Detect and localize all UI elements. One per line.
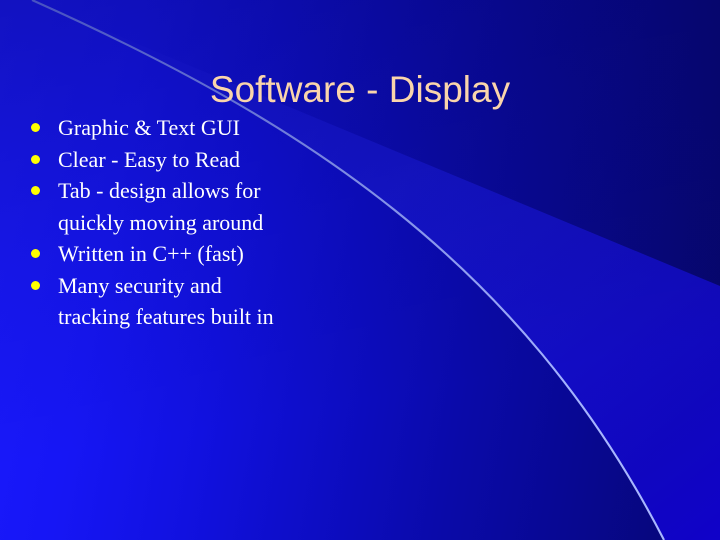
slide-title: Software - Display (209, 69, 511, 110)
bullet-item-text: Clear - Easy to Read (58, 146, 241, 172)
bullet-marker-icon (31, 280, 40, 290)
bullet-item: Written in C++ (fast) (28, 238, 288, 270)
bullet-marker-icon (31, 154, 40, 164)
bullet-marker-icon (31, 249, 40, 258)
bullet-marker-icon (31, 123, 40, 132)
presentation-slide: Software - Display Graphic & Text GUI Cl… (0, 0, 720, 540)
bullet-item: Many security and tracking features buil… (28, 270, 288, 333)
bullet-marker-icon (31, 186, 40, 195)
bullet-item-text: Graphic & Text GUI (58, 115, 240, 140)
bullet-item-text: Tab - design allows for quickly moving a… (58, 178, 264, 235)
bullet-item: Graphic & Text GUI (28, 112, 288, 144)
bullet-item-text: Written in C++ (fast) (58, 241, 244, 266)
bullet-item-text: Many security and tracking features buil… (58, 272, 274, 330)
slide-bullet-list: Graphic & Text GUI Clear - Easy to Read … (28, 112, 288, 333)
bullet-item: Clear - Easy to Read (28, 144, 288, 176)
bullet-item: Tab - design allows for quickly moving a… (28, 175, 288, 238)
